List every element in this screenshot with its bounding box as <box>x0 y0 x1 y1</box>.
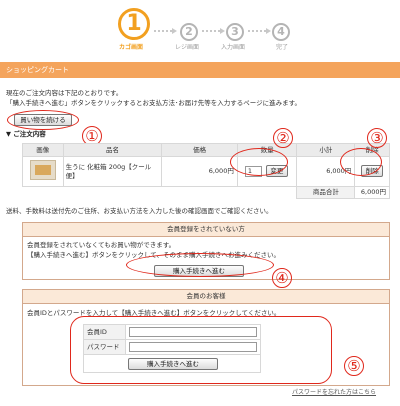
column-header-name: 品名 <box>62 143 163 157</box>
guest-line-1: 会員登録をされていなくてもお買い物ができます。 <box>27 241 176 249</box>
step-2-label: レジ画面 <box>175 44 200 51</box>
step-arrow-icon <box>154 28 177 34</box>
product-name[interactable]: 生うに 化粧箱 200g【クール便】 <box>62 156 163 187</box>
step-4-circle: 4 <box>272 23 290 41</box>
intro-line-2: 「購入手続きへ進む」ボタンをクリックするとお支払方法･お届け先等を入力するページ… <box>6 99 301 107</box>
order-table: 画像 品名 価格 数量 小計 削除 生うに 化粧箱 200g【クール便】 6,0… <box>22 143 390 199</box>
total-value: 6,000円 <box>354 186 390 199</box>
step-4-label: 完了 <box>276 44 289 51</box>
cart-header: ショッピングカート <box>0 62 400 78</box>
annotation-oval <box>126 253 274 277</box>
product-price: 6,000円 <box>161 156 238 187</box>
step-2-circle: 2 <box>180 23 198 41</box>
table-row: 生うに 化粧箱 200g【クール便】 6,000円 1 変更 6,000円 削除 <box>22 156 390 187</box>
total-label: 商品合計 <box>296 186 356 199</box>
intro-line-1: 現在のご注文内容は下記のとおりです。 <box>6 89 123 97</box>
column-header-price: 価格 <box>161 143 238 157</box>
annotation-number-2: ② <box>273 128 293 148</box>
annotation-oval <box>340 148 382 176</box>
column-header-image: 画像 <box>22 143 64 157</box>
step-3-label: 入力画面 <box>221 44 246 51</box>
order-section-title: ▼ ご注文内容 <box>6 130 46 138</box>
step-3-circle: 3 <box>226 23 244 41</box>
annotation-oval <box>230 148 288 176</box>
annotation-oval <box>7 110 79 130</box>
step-arrow-icon <box>248 28 271 34</box>
annotation-rounded-box <box>70 316 332 384</box>
product-thumbnail[interactable] <box>29 160 56 181</box>
annotation-number-4: ④ <box>272 268 292 288</box>
guest-panel-title: 会員登録をされていない方 <box>23 223 389 237</box>
forgot-password-link[interactable]: パスワードを忘れた方はこちら <box>292 389 376 397</box>
step-1-circle: 1 <box>118 8 150 40</box>
product-image-cell <box>22 156 64 187</box>
annotation-number-3: ③ <box>367 128 387 148</box>
member-panel-title: 会員のお客様 <box>23 290 389 304</box>
total-row: 商品合計 6,000円 <box>22 186 390 199</box>
step-arrow-icon <box>202 28 225 34</box>
shipping-note: 送料、手数料は送付先のご住所、お支払い方法を入力した後の確認画面でご確認ください… <box>6 207 273 215</box>
step-1-label: カゴ画面 <box>119 44 144 51</box>
annotation-number-5: ⑤ <box>344 356 364 376</box>
